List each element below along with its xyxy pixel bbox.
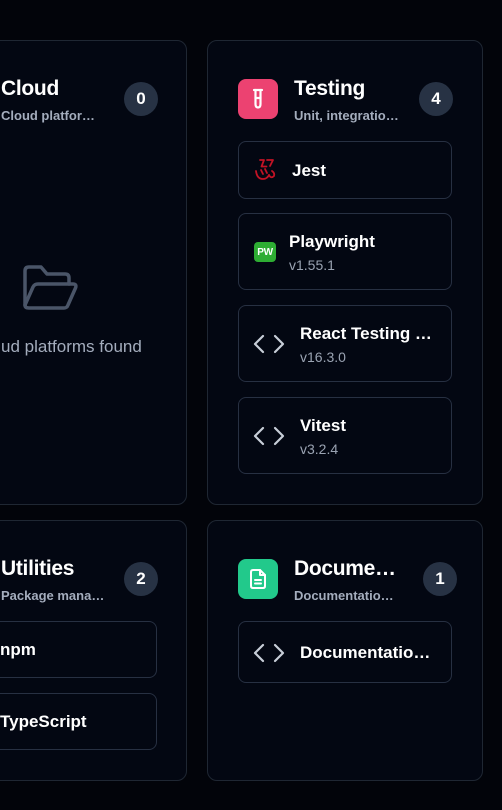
tool-item-playwright[interactable]: PW Playwright v1.55.1: [238, 213, 452, 290]
testing-subtitle: Unit, integratio…: [294, 108, 399, 123]
document-icon: [238, 559, 278, 599]
jest-icon: [253, 158, 277, 182]
tool-item-npm[interactable]: npm: [0, 621, 157, 678]
utilities-title: Utilities: [1, 557, 75, 580]
tool-version: v1.55.1: [289, 257, 335, 273]
folder-open-icon: [21, 263, 79, 313]
code-icon: [253, 641, 285, 665]
documentation-title: Docume…: [294, 557, 396, 580]
cloud-empty-message: ud platforms found: [1, 337, 142, 356]
testing-title: Testing: [294, 77, 366, 100]
tool-name: npm: [0, 640, 36, 659]
utilities-count-badge: 2: [124, 562, 158, 596]
tool-version: v16.3.0: [300, 349, 346, 365]
utilities-card[interactable]: Utilities Package mana… 2 npm TypeScript: [0, 520, 187, 781]
code-icon: [253, 424, 285, 448]
documentation-card[interactable]: Docume… Documentatio… 1 Documentatio…: [207, 520, 483, 781]
dashboard: Cloud Cloud platfor… 0 ud platforms foun…: [0, 0, 502, 810]
test-tube-icon: [238, 79, 278, 119]
documentation-count-badge: 1: [423, 562, 457, 596]
playwright-icon: PW: [254, 242, 276, 262]
tool-item-jest[interactable]: Jest: [238, 141, 452, 199]
cloud-card[interactable]: Cloud Cloud platfor… 0 ud platforms foun…: [0, 40, 187, 505]
code-icon: [253, 332, 285, 356]
testing-count-badge: 4: [419, 82, 453, 116]
tool-item-documentation[interactable]: Documentatio…: [238, 621, 452, 683]
tool-name: React Testing …: [300, 324, 432, 343]
tool-name: Playwright: [289, 232, 375, 251]
tool-name: Vitest: [300, 416, 346, 435]
tool-name: Jest: [292, 161, 327, 180]
cloud-subtitle: Cloud platfor…: [1, 108, 95, 123]
tool-item-vitest[interactable]: Vitest v3.2.4: [238, 397, 452, 474]
cloud-title: Cloud: [1, 77, 59, 100]
cloud-count-badge: 0: [124, 82, 158, 116]
utilities-subtitle: Package mana…: [1, 588, 105, 603]
testing-card[interactable]: Testing Unit, integratio… 4 Jest PW Play…: [207, 40, 483, 505]
documentation-subtitle: Documentatio…: [294, 588, 394, 603]
tool-item-react-testing[interactable]: React Testing … v16.3.0: [238, 305, 452, 382]
tool-version: v3.2.4: [300, 441, 339, 457]
tool-name: Documentatio…: [300, 643, 431, 662]
tool-name: TypeScript: [0, 712, 87, 731]
tool-item-typescript[interactable]: TypeScript: [0, 693, 157, 750]
